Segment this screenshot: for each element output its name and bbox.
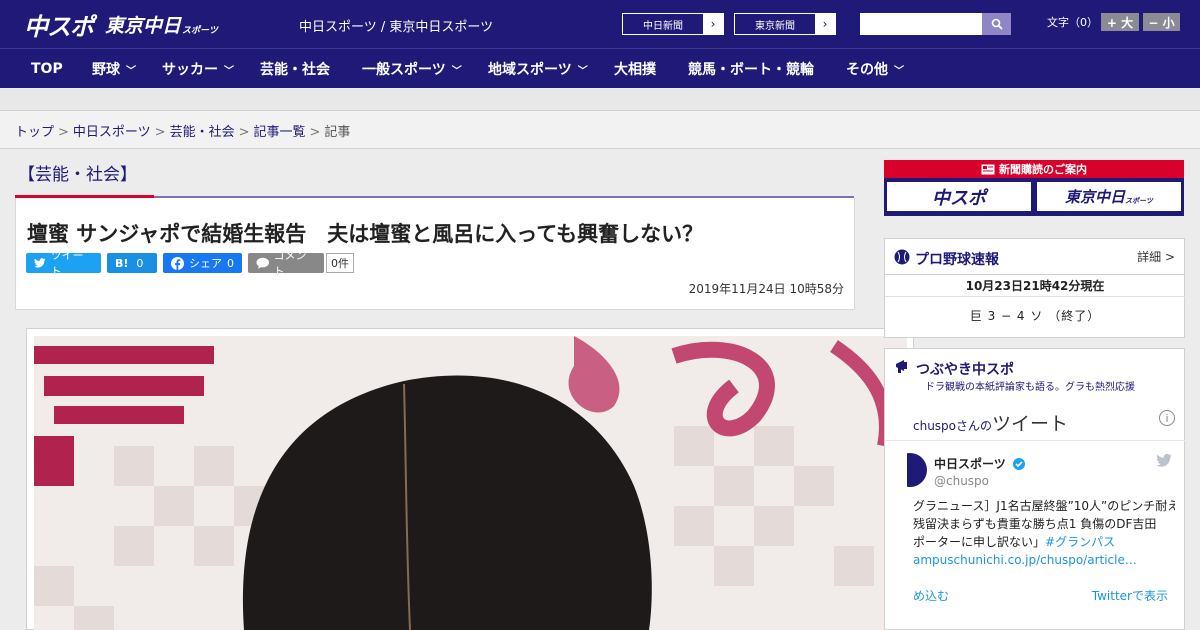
tweet-author-handle[interactable]: @chuspo: [934, 474, 989, 488]
baseball-scores: プロ野球速報 詳細 > 10月23日21時42分現在 巨 3 − 4 ソ （終了…: [884, 238, 1185, 338]
article-header: 壇蜜 サンジャポで結婚生報告 夫は壇蜜と風呂に入っても興奮しない？ ツイート B…: [15, 198, 855, 310]
nav-regional-sports[interactable]: 地域スポーツ ﹀: [488, 49, 588, 89]
nav-sumo[interactable]: 大相撲: [614, 49, 656, 89]
subscription-banner: 新聞購読のご案内 中スポ 東京中日 スポーツ: [884, 160, 1184, 216]
main-nav: TOP 野球 ﹀ サッカー ﹀ 芸能・社会 一般スポーツ ﹀ 地域スポーツ ﹀ 大相撲 …: [0, 48, 1200, 88]
facebook-share-button[interactable]: シェア 0: [163, 253, 242, 273]
nav-top[interactable]: TOP: [31, 49, 63, 89]
twitter-bird-icon: [34, 258, 46, 268]
comment-bubble-icon: [256, 257, 270, 269]
subscribe-chuspo-button[interactable]: 中スポ: [887, 182, 1031, 211]
chunichi-shimbun-link[interactable]: 中日新聞 ›: [622, 13, 724, 35]
facebook-icon: [171, 256, 184, 270]
nav-general-sports[interactable]: 一般スポーツ ﹀: [362, 49, 462, 89]
breadcrumb-entertainment[interactable]: 芸能・社会: [170, 125, 235, 140]
nav-keiba[interactable]: 競馬・ボート・競輪: [688, 49, 814, 89]
nav-baseball[interactable]: 野球 ﹀: [92, 49, 136, 89]
tweet-widget-subtitle: ドラ観戦の本紙評論家も語る。グラも熱烈応援: [925, 382, 1135, 393]
chevron-down-icon: ﹀: [126, 65, 136, 77]
verified-icon: [1012, 458, 1025, 470]
site-logo[interactable]: 中スポ 東京中日 スポーツ: [24, 8, 218, 41]
nav-others[interactable]: その他 ﹀: [846, 49, 904, 89]
baseball-score[interactable]: 巨 3 − 4 ソ （終了）: [885, 297, 1185, 337]
top-header: 中スポ 東京中日 スポーツ 中日スポーツ / 東京中日スポーツ 中日新聞 › 東…: [0, 0, 1200, 48]
tweet-widget-title: つぶやき中スポ: [916, 362, 1014, 378]
chevron-down-icon: ﹀: [894, 65, 904, 77]
info-icon[interactable]: i: [1159, 410, 1175, 426]
chevron-right-icon: ›: [703, 14, 723, 34]
hashtag-link[interactable]: #グランパス: [1045, 535, 1115, 549]
breadcrumb-chunichi-sports[interactable]: 中日スポーツ: [73, 125, 151, 140]
tweet-url-link[interactable]: ampuschunichi.co.jp/chuspo/article…: [913, 551, 1175, 569]
site-names: 中日スポーツ / 東京中日スポーツ: [299, 20, 494, 35]
tweet-author-name[interactable]: 中日スポーツ: [934, 455, 1025, 472]
subscription-title: 新聞購読のご案内: [884, 160, 1184, 178]
logo-tokyo-small: スポーツ: [182, 25, 218, 36]
tweet-timeline-title: chuspoさんのツイート: [913, 413, 1069, 435]
article-photo[interactable]: [34, 336, 907, 630]
avatar[interactable]: [907, 453, 927, 487]
hatena-count: 0: [136, 256, 144, 270]
twitter-bird-icon[interactable]: [1156, 454, 1172, 467]
baseball-icon: [894, 249, 910, 265]
font-size-down-button[interactable]: − 小: [1143, 13, 1180, 31]
chevron-down-icon: ﹀: [451, 65, 462, 77]
chevron-right-icon: ›: [815, 14, 835, 34]
nav-entertainment[interactable]: 芸能・社会: [260, 49, 330, 89]
font-size-label: 文字（0）: [1047, 16, 1098, 29]
view-on-twitter-link[interactable]: Twitterで表示: [1092, 587, 1168, 604]
baseball-update-time: 10月23日21時42分現在: [885, 275, 1185, 297]
logo-chuspo: 中スポ: [24, 12, 94, 41]
breadcrumb-bar: トップ > 中日スポーツ > 芸能・社会 > 記事一覧 > 記事: [0, 111, 1200, 149]
breadcrumb-article-list[interactable]: 記事一覧: [254, 125, 306, 140]
search-input[interactable]: [860, 13, 982, 35]
tokyo-shimbun-link[interactable]: 東京新聞 ›: [734, 13, 836, 35]
category-title: 【芸能・社会】: [18, 165, 137, 185]
comment-button[interactable]: コメント: [248, 249, 324, 278]
chevron-down-icon: ﹀: [577, 65, 588, 77]
ad-strip: [0, 89, 1200, 111]
breadcrumb-current: 記事: [324, 125, 351, 140]
article-headline: 壇蜜 サンジャポで結婚生報告 夫は壇蜜と風呂に入っても興奮しない？: [27, 222, 704, 246]
baseball-detail-link[interactable]: 詳細 >: [1137, 248, 1175, 265]
hatena-icon: B!: [115, 256, 129, 270]
tweet-button[interactable]: ツイート: [26, 249, 101, 278]
tweet-text: グラニュース］J1名古屋終盤”10人”のピンチ耐え 残留決まらずも貴重な勝ち点1…: [913, 499, 1175, 569]
hatena-bookmark-button[interactable]: B! 0: [107, 253, 157, 273]
publish-date: 2019年11月24日 10時58分: [688, 282, 844, 296]
chevron-down-icon: ﹀: [224, 65, 234, 77]
font-size-up-button[interactable]: + 大: [1101, 13, 1139, 31]
search-button[interactable]: [982, 13, 1011, 35]
breadcrumb: トップ > 中日スポーツ > 芸能・社会 > 記事一覧 > 記事: [15, 125, 351, 140]
breadcrumb-top[interactable]: トップ: [15, 125, 54, 140]
subscribe-tokyo-chunichi-button[interactable]: 東京中日 スポーツ: [1037, 182, 1181, 211]
search-icon: [991, 18, 1003, 30]
nav-soccer[interactable]: サッカー ﹀: [162, 49, 234, 89]
photo-illustration: [34, 336, 907, 630]
facebook-count: 0: [227, 256, 234, 270]
comment-count[interactable]: 0件: [326, 253, 354, 273]
newspaper-icon: [981, 164, 995, 174]
baseball-title: プロ野球速報: [915, 252, 999, 268]
megaphone-icon: [896, 360, 907, 373]
share-buttons: ツイート B! 0 シェア 0 コメント 0件: [26, 249, 354, 278]
tweet-widget: つぶやき中スポ ドラ観戦の本紙評論家も語る。グラも熱烈応援 chuspoさんのツ…: [884, 348, 1185, 630]
embed-link[interactable]: め込む: [913, 587, 949, 604]
logo-tokyo-chunichi: 東京中日: [105, 14, 182, 37]
